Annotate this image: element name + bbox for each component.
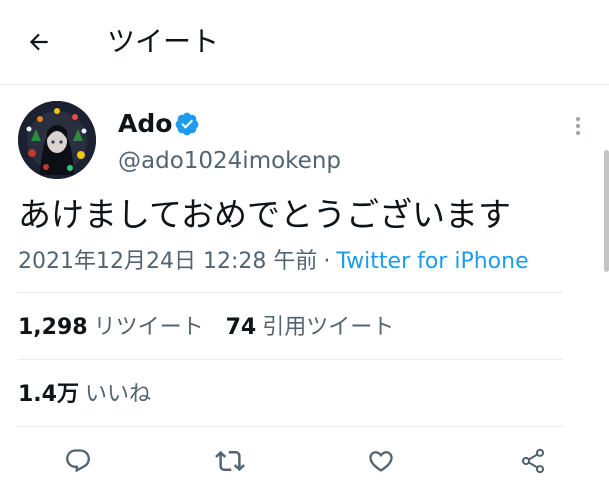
like-button[interactable] — [364, 446, 398, 476]
action-bar — [0, 440, 609, 480]
quotes-label: 引用ツイート — [262, 315, 395, 340]
back-button[interactable] — [24, 27, 54, 57]
page-title: ツイート — [107, 25, 220, 58]
arrow-left-icon — [29, 33, 48, 51]
retweets-label: リツイート — [93, 315, 204, 340]
quotes-stat[interactable]: 74 引用ツイート — [226, 315, 395, 340]
tweet-timestamp[interactable]: 2021年12月24日 12:28 午前 — [18, 249, 317, 274]
stats-row: 1,298 リツイート 74 引用ツイート — [18, 313, 394, 343]
scrollbar[interactable] — [604, 150, 609, 272]
quotes-count: 74 — [225, 315, 257, 340]
tweet-text: あけましておめでとうございます — [18, 195, 512, 234]
retweet-button[interactable] — [213, 446, 247, 476]
likes-label: いいね — [84, 382, 151, 407]
tweet-source[interactable]: Twitter for iPhone — [336, 249, 528, 274]
avatar-image — [18, 101, 96, 179]
meta-separator: · — [323, 249, 331, 274]
avatar[interactable] — [18, 101, 96, 179]
author-name[interactable]: Ado — [118, 108, 172, 140]
reply-icon — [66, 449, 90, 473]
retweets-stat[interactable]: 1,298 リツイート — [18, 315, 204, 340]
divider — [18, 359, 563, 360]
likes-count: 1.4万 — [18, 382, 79, 407]
share-button[interactable] — [516, 446, 550, 476]
divider — [18, 292, 563, 293]
author-handle[interactable]: @ado1024imokenp — [118, 146, 341, 176]
more-vertical-icon — [576, 117, 580, 135]
retweets-count: 1,298 — [18, 315, 88, 340]
more-button[interactable] — [570, 114, 586, 138]
tweet-meta: 2021年12月24日 12:28 午前 · Twitter for iPhone — [18, 247, 529, 277]
share-icon — [521, 448, 545, 474]
retweet-icon — [215, 450, 245, 472]
heart-icon — [369, 451, 393, 472]
reply-button[interactable] — [61, 446, 95, 476]
top-bar: ツイート — [0, 0, 609, 85]
verified-badge-icon — [175, 112, 199, 136]
divider — [18, 426, 563, 427]
likes-stat[interactable]: 1.4万 いいね — [18, 380, 151, 410]
